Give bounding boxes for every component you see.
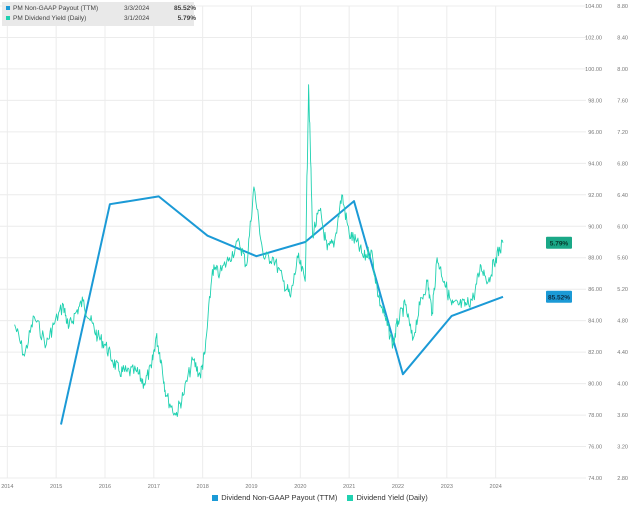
left-tick-label: 92.00 bbox=[588, 193, 602, 199]
bottom-legend-payout[interactable]: Dividend Non-GAAP Payout (TTM) bbox=[212, 493, 337, 502]
left-tick-label: 80.00 bbox=[588, 382, 602, 388]
payout-end-label: 85.52% bbox=[548, 294, 570, 301]
yield-series-line bbox=[14, 84, 504, 417]
bottom-legend-yield[interactable]: Dividend Yield (Daily) bbox=[347, 493, 428, 502]
right-tick-label: 6.40 bbox=[617, 193, 628, 199]
right-tick-label: 4.40 bbox=[617, 350, 628, 356]
x-tick-label: 2024 bbox=[490, 484, 502, 490]
right-axis-ticks: 8.80 8.40 8.00 7.60 7.20 6.80 6.40 6.00 5.60 5.20… bbox=[617, 4, 628, 482]
x-tick-label: 2021 bbox=[343, 484, 355, 490]
right-tick-label: 5.20 bbox=[617, 287, 628, 293]
right-tick-label: 2.80 bbox=[617, 476, 628, 482]
right-tick-label: 8.40 bbox=[617, 35, 628, 41]
legend-payout-value: 85.52% bbox=[173, 5, 196, 12]
left-tick-label: 90.00 bbox=[588, 224, 602, 230]
x-tick-label: 2017 bbox=[148, 484, 160, 490]
right-tick-label: 8.80 bbox=[617, 4, 628, 10]
legend-payout-date: 3/3/2024 bbox=[124, 5, 150, 12]
left-tick-label: 94.00 bbox=[588, 161, 602, 167]
left-tick-label: 88.00 bbox=[588, 256, 602, 262]
right-tick-label: 8.00 bbox=[617, 67, 628, 73]
bottom-legend-yield-label: Dividend Yield (Daily) bbox=[356, 493, 428, 502]
payout-series-line bbox=[60, 195, 504, 425]
right-tick-label: 7.60 bbox=[617, 98, 628, 104]
bottom-legend-payout-label: Dividend Non-GAAP Payout (TTM) bbox=[221, 493, 338, 502]
legend-row-payout: PM Non-GAAP Payout (TTM) 3/3/2024 85.52% bbox=[6, 4, 196, 14]
left-tick-label: 78.00 bbox=[588, 413, 602, 419]
x-tick-label: 2023 bbox=[441, 484, 453, 490]
right-tick-label: 6.80 bbox=[617, 161, 628, 167]
left-tick-label: 86.00 bbox=[588, 287, 602, 293]
right-tick-label: 7.20 bbox=[617, 130, 628, 136]
chart-canvas: 104.00 102.00 100.00 98.00 96.00 94.00 92.00 90… bbox=[0, 4, 628, 490]
left-tick-label: 82.00 bbox=[588, 350, 602, 356]
x-axis-ticks: 2014 2015 2016 2017 2018 2019 2020 2021 2022 2023… bbox=[1, 484, 502, 490]
right-tick-label: 4.80 bbox=[617, 319, 628, 325]
x-tick-label: 2014 bbox=[1, 484, 13, 490]
right-tick-label: 3.60 bbox=[617, 413, 628, 419]
yield-end-label: 5.79% bbox=[550, 240, 569, 247]
right-tick-label: 4.00 bbox=[617, 382, 628, 388]
x-tick-label: 2018 bbox=[197, 484, 209, 490]
left-tick-label: 96.00 bbox=[588, 130, 602, 136]
right-tick-label: 3.20 bbox=[617, 445, 628, 451]
bottom-legend: Dividend Non-GAAP Payout (TTM) Dividend … bbox=[0, 493, 640, 502]
grid-lines bbox=[0, 5, 586, 479]
left-tick-label: 74.00 bbox=[588, 476, 602, 482]
series-layer bbox=[14, 84, 504, 425]
left-tick-label: 76.00 bbox=[588, 445, 602, 451]
left-tick-label: 102.00 bbox=[585, 35, 602, 41]
yield-swatch bbox=[6, 16, 10, 21]
x-tick-label: 2016 bbox=[99, 484, 111, 490]
x-tick-label: 2022 bbox=[392, 484, 404, 490]
right-tick-label: 6.00 bbox=[617, 224, 628, 230]
legend-yield-value: 5.79% bbox=[177, 15, 196, 22]
x-tick-label: 2020 bbox=[294, 484, 306, 490]
legend-yield-name: PM Dividend Yield (Daily) bbox=[13, 15, 87, 22]
left-tick-label: 104.00 bbox=[585, 4, 602, 10]
bottom-legend-yield-swatch bbox=[347, 495, 354, 502]
left-tick-label: 100.00 bbox=[585, 67, 602, 73]
legend-payout-name: PM Non-GAAP Payout (TTM) bbox=[13, 5, 99, 12]
left-tick-label: 98.00 bbox=[588, 98, 602, 104]
legend-row-yield: PM Dividend Yield (Daily) 3/1/2024 5.79% bbox=[6, 14, 196, 24]
end-labels: 85.52% 5.79% bbox=[546, 236, 572, 303]
legend-yield-date: 3/1/2024 bbox=[124, 15, 150, 22]
x-tick-label: 2015 bbox=[50, 484, 62, 490]
right-tick-label: 5.60 bbox=[617, 256, 628, 262]
payout-swatch bbox=[6, 6, 10, 11]
x-tick-label: 2019 bbox=[245, 484, 257, 490]
left-axis-ticks: 104.00 102.00 100.00 98.00 96.00 94.00 92.00 90… bbox=[585, 4, 602, 482]
left-tick-label: 84.00 bbox=[588, 319, 602, 325]
legend-box: PM Non-GAAP Payout (TTM) 3/3/2024 85.52%… bbox=[2, 2, 196, 26]
bottom-legend-payout-swatch bbox=[212, 495, 219, 502]
